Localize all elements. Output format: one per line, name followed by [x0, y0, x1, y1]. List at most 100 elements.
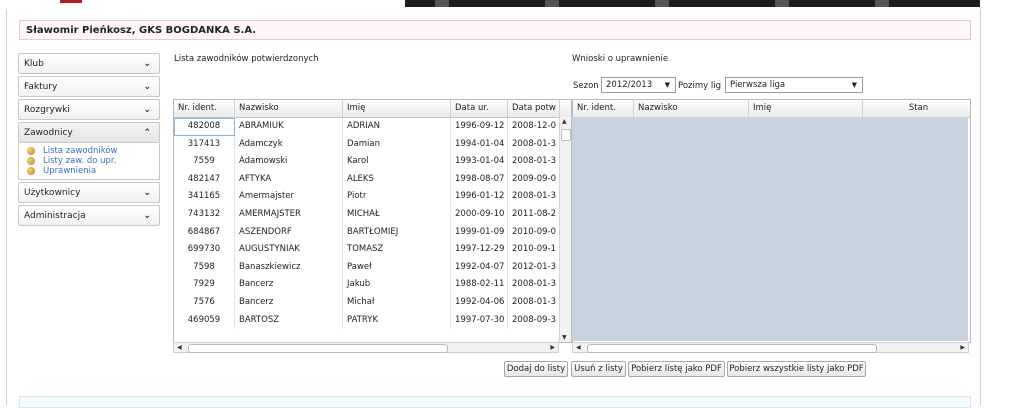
- cell-name: ADRIAN: [343, 118, 451, 136]
- cell-birthdate: 1992-04-06: [451, 293, 508, 312]
- cell-confirm-date: 2009-09-0: [508, 170, 560, 189]
- players-horizontal-scrollbar[interactable]: ◀ ▶: [173, 342, 559, 353]
- download-all-lists-pdf-button[interactable]: Pobierz wszystkie listy jako PDF: [727, 361, 866, 377]
- submenu-item-uprawnienia[interactable]: Uprawnienia: [27, 166, 159, 176]
- cell-birthdate: 1997-07-30: [451, 311, 508, 330]
- coins-icon: [27, 157, 35, 165]
- add-to-list-button[interactable]: Dodaj do listy: [504, 361, 568, 377]
- scroll-left-icon[interactable]: ◀: [177, 344, 182, 351]
- sidebar-item-faktury[interactable]: Faktury ⌄: [18, 76, 160, 97]
- scrollbar-thumb[interactable]: [587, 344, 877, 353]
- sidebar: Klub ⌄ Faktury ⌄ Rozgrywki ⌄ Zawodnicy ⌃…: [18, 53, 160, 228]
- column-header-name[interactable]: Imię: [343, 100, 451, 117]
- user-title: Sławomir Pieńkosz, GKS BOGDANKA S.A.: [26, 25, 257, 36]
- chevron-down-icon: ⌄: [143, 82, 151, 92]
- table-row[interactable]: 317413 Adamczyk Damian 1994-01-04 2008-01-3: [174, 135, 571, 154]
- table-row[interactable]: 7929 Bancerz Jakub 1988-02-11 2008-01-3: [174, 276, 571, 294]
- cell-surname: Adamowski: [235, 153, 343, 171]
- cell-id: 341165: [174, 188, 235, 206]
- sidebar-item-administracja[interactable]: Administracja ⌄: [18, 205, 160, 226]
- cell-id: 7559: [174, 153, 235, 171]
- table-row[interactable]: 743132 AMERMAJSTER MICHAŁ 2000-09-10 2011-08…: [174, 205, 571, 224]
- table-row[interactable]: 699730 AUGUSTYNIAK TOMASZ 1997-12-29 2010-09…: [174, 241, 571, 259]
- sidebar-item-label: Użytkownicy: [24, 188, 81, 198]
- cell-confirm-date: 2008-01-3: [508, 293, 560, 312]
- table-row[interactable]: 7559 Adamowski Karol 1993-01-04 2008-01-3: [174, 153, 571, 171]
- sidebar-item-uzytkownicy[interactable]: Użytkownicy ⌄: [18, 182, 160, 203]
- cell-birthdate: 1998-08-07: [451, 170, 508, 189]
- cell-confirm-date: 2008-01-3: [508, 188, 560, 206]
- chevron-down-icon: ⌄: [143, 211, 151, 221]
- column-header-confirm-date[interactable]: Data potw: [508, 100, 560, 117]
- table-row[interactable]: 482008 ABRAMIUK ADRIAN 1996-09-12 2008-12-0: [174, 118, 571, 136]
- submenu-item-lista-zawodnikow[interactable]: Lista zawodników: [27, 146, 159, 156]
- table-row[interactable]: 341165 Amermajster Piotr 1996-01-12 2008-01-…: [174, 188, 571, 206]
- season-select[interactable]: 2012/2013 ▼: [601, 77, 676, 93]
- coins-icon: [27, 167, 35, 175]
- cell-name: Karol: [343, 153, 451, 171]
- league-level-select-value: Pierwsza liga: [730, 80, 786, 90]
- cell-id: 482008: [174, 118, 235, 136]
- table-row[interactable]: 7576 Bancerz Michał 1992-04-06 2008-01-3: [174, 293, 571, 312]
- cell-birthdate: 1994-01-04: [451, 135, 508, 154]
- dropdown-arrow-icon: ▼: [664, 81, 670, 89]
- cell-id: 317413: [174, 135, 235, 154]
- table-row[interactable]: 469059 BARTOSZ PATRYK 1997-07-30 2008-09-3: [174, 311, 571, 330]
- scroll-right-icon[interactable]: ▶: [960, 344, 965, 351]
- chevron-down-icon: ⌄: [143, 105, 151, 115]
- sidebar-item-rozgrywki[interactable]: Rozgrywki ⌄: [18, 99, 160, 120]
- download-list-pdf-button[interactable]: Pobierz listę jako PDF: [628, 361, 725, 377]
- cell-surname: Bancerz: [235, 293, 343, 312]
- scroll-up-icon[interactable]: ▲: [562, 118, 567, 125]
- players-vertical-scrollbar[interactable]: ▲ ▼: [559, 117, 571, 342]
- submenu-item-listy-zaw[interactable]: Listy zaw. do upr.: [27, 156, 159, 166]
- scroll-down-icon[interactable]: ▼: [562, 334, 567, 341]
- cell-name: PATRYK: [343, 311, 451, 330]
- sidebar-item-klub[interactable]: Klub ⌄: [18, 53, 160, 74]
- cell-birthdate: 1996-09-12: [451, 118, 508, 136]
- cell-id: 684867: [174, 223, 235, 242]
- scrollbar-thumb[interactable]: [188, 344, 448, 353]
- requests-grid-header: Nr. ident. Nazwisko Imię Stan: [573, 100, 970, 118]
- table-row[interactable]: 684867 ASZENDORF BARTŁOMIEJ 1999-01-09 2010-…: [174, 223, 571, 242]
- cell-id: 482147: [174, 170, 235, 189]
- cell-birthdate: 1993-01-04: [451, 153, 508, 171]
- cell-name: ALEKS: [343, 170, 451, 189]
- sidebar-item-label: Zawodnicy: [24, 128, 73, 138]
- remove-from-list-button[interactable]: Usuń z listy: [571, 361, 626, 377]
- column-header-name[interactable]: Imię: [749, 100, 863, 117]
- season-label: Sezon: [573, 81, 599, 91]
- league-level-select[interactable]: Pierwsza liga ▼: [725, 77, 863, 93]
- table-row[interactable]: 7598 Banaszkiewicz Paweł 1992-04-07 2012-01-…: [174, 258, 571, 277]
- footer-panel: [19, 396, 971, 408]
- requests-grid-empty-area: [572, 117, 968, 341]
- column-header-birthdate[interactable]: Data ur.: [451, 100, 508, 117]
- chevron-up-icon: ⌃: [143, 128, 151, 138]
- cell-surname: BARTOSZ: [235, 311, 343, 330]
- column-header-id[interactable]: Nr. ident.: [174, 100, 235, 117]
- cell-id: 7576: [174, 293, 235, 312]
- cell-surname: ASZENDORF: [235, 223, 343, 242]
- submenu-item-label: Listy zaw. do upr.: [43, 156, 117, 166]
- cell-surname: Bancerz: [235, 276, 343, 294]
- cell-name: Jakub: [343, 276, 451, 294]
- column-header-id[interactable]: Nr. ident.: [573, 100, 634, 117]
- top-banner-image: [405, 0, 980, 7]
- sidebar-item-zawodnicy[interactable]: Zawodnicy ⌃: [18, 122, 160, 143]
- cell-name: TOMASZ: [343, 241, 451, 259]
- scroll-left-icon[interactable]: ◀: [576, 344, 581, 351]
- scroll-right-icon[interactable]: ▶: [550, 344, 555, 351]
- cell-id: 469059: [174, 311, 235, 330]
- sidebar-item-label: Administracja: [24, 211, 86, 221]
- cell-name: Piotr: [343, 188, 451, 206]
- table-row[interactable]: 482147 AFTYKA ALEKS 1998-08-07 2009-09-0: [174, 170, 571, 189]
- requests-horizontal-scrollbar[interactable]: ◀ ▶: [572, 342, 969, 353]
- cell-birthdate: 1996-01-12: [451, 188, 508, 206]
- scrollbar-thumb[interactable]: [561, 129, 571, 141]
- column-header-status[interactable]: Stan: [863, 100, 970, 117]
- cell-confirm-date: 2010-09-1: [508, 241, 560, 259]
- column-header-surname[interactable]: Nazwisko: [634, 100, 749, 117]
- column-header-surname[interactable]: Nazwisko: [235, 100, 343, 117]
- user-title-bar: Sławomir Pieńkosz, GKS BOGDANKA S.A.: [19, 20, 971, 40]
- season-select-value: 2012/2013: [606, 80, 653, 90]
